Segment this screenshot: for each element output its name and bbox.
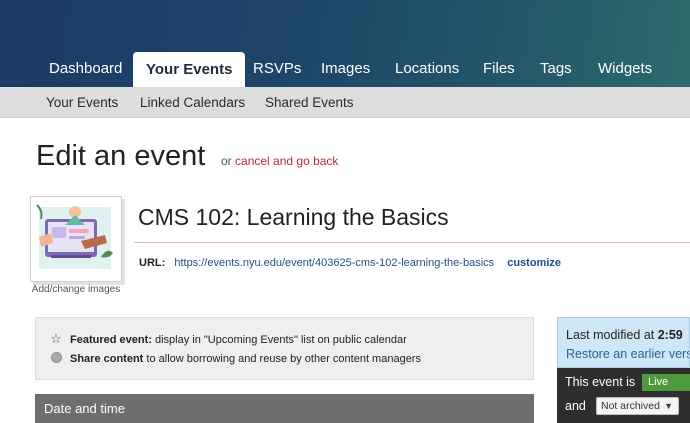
event-url-link[interactable]: https://events.nyu.edu/event/403625-cms-… xyxy=(174,257,494,269)
event-image-thumbnail[interactable] xyxy=(30,196,122,282)
this-event-is-label: This event is xyxy=(565,375,636,389)
event-options-panel: ☆ Featured event: display in "Upcoming Ev… xyxy=(35,317,534,380)
tab-your-events[interactable]: Your Events xyxy=(133,52,246,87)
share-content-option[interactable]: Share content to allow borrowing and reu… xyxy=(49,352,421,365)
share-label: Share content xyxy=(70,353,144,365)
share-toggle-icon[interactable] xyxy=(49,352,63,365)
add-change-images-link[interactable]: Add/change images xyxy=(20,284,132,295)
live-status-badge[interactable]: Live xyxy=(642,374,690,391)
subnav-your-events[interactable]: Your Events xyxy=(46,87,118,118)
cancel-link[interactable]: cancel and go back xyxy=(235,154,338,168)
tab-tags[interactable]: Tags xyxy=(527,50,585,87)
restore-earlier-version-link[interactable]: Restore an earlier vers xyxy=(566,347,689,361)
last-modified-time: 2:59 xyxy=(657,328,683,342)
event-title[interactable]: CMS 102: Learning the Basics xyxy=(138,204,449,231)
or-text: or xyxy=(221,154,232,168)
tab-widgets[interactable]: Widgets xyxy=(585,50,665,87)
url-label: URL: xyxy=(139,257,166,269)
top-header-bar: Dashboard Your Events RSVPs Images Locat… xyxy=(0,0,690,87)
cancel-area: or cancel and go back xyxy=(221,154,338,168)
event-thumbnail-illustration-icon xyxy=(36,204,113,269)
main-nav-tabs: Dashboard Your Events RSVPs Images Locat… xyxy=(0,50,690,87)
and-label: and xyxy=(565,399,586,413)
archive-select-value: Not archived xyxy=(601,400,660,412)
url-row: URL: https://events.nyu.edu/event/403625… xyxy=(139,257,561,269)
event-status-panel: This event is Live and Not archived ▼ xyxy=(557,368,690,423)
archive-status-select[interactable]: Not archived ▼ xyxy=(596,397,679,415)
featured-label: Featured event: xyxy=(70,334,152,346)
sub-navigation: Your Events Linked Calendars Shared Even… xyxy=(0,87,690,118)
last-modified-text: Last modified at 2:59 xyxy=(566,328,683,342)
title-divider xyxy=(134,242,690,243)
page-title: Edit an event xyxy=(36,140,206,172)
tab-images[interactable]: Images xyxy=(308,50,383,87)
subnav-shared-events[interactable]: Shared Events xyxy=(265,87,354,118)
tab-dashboard[interactable]: Dashboard xyxy=(36,50,135,87)
tab-locations[interactable]: Locations xyxy=(382,50,472,87)
tab-rsvps[interactable]: RSVPs xyxy=(240,50,314,87)
star-icon[interactable]: ☆ xyxy=(49,331,63,347)
featured-event-option[interactable]: ☆ Featured event: display in "Upcoming Ev… xyxy=(49,331,407,347)
chevron-down-icon: ▼ xyxy=(664,401,673,411)
last-modified-panel: Last modified at 2:59 Restore an earlier… xyxy=(557,317,690,368)
customize-url-button[interactable]: customize xyxy=(507,257,561,269)
tab-files[interactable]: Files xyxy=(470,50,528,87)
featured-description: display in "Upcoming Events" list on pub… xyxy=(154,334,407,346)
share-description: to allow borrowing and reuse by other co… xyxy=(146,353,421,365)
subnav-linked-calendars[interactable]: Linked Calendars xyxy=(140,87,245,118)
date-time-section-header[interactable]: Date and time xyxy=(35,394,534,423)
